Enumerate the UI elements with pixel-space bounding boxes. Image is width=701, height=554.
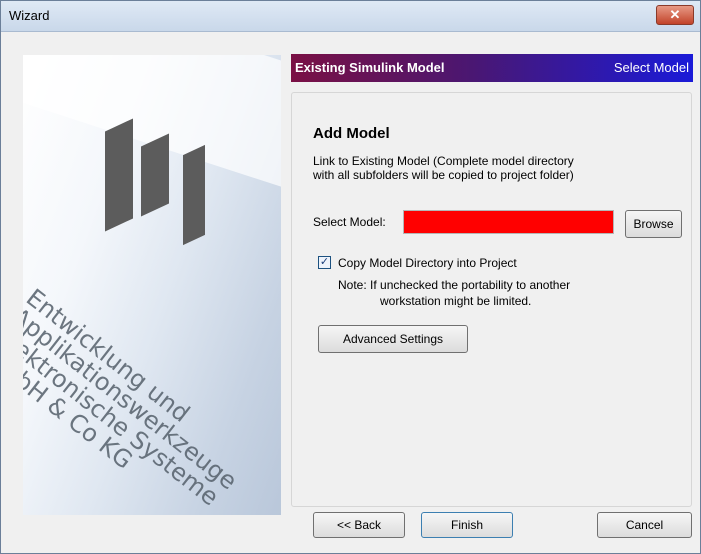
logo-stroke <box>105 118 133 232</box>
page-header-step: Select Model <box>613 60 689 75</box>
description-line: with all subfolders will be copied to pr… <box>313 168 574 182</box>
logo-stroke <box>141 133 169 217</box>
page-header-title: Existing Simulink Model <box>295 60 445 75</box>
title-bar[interactable]: Wizard ✕ <box>1 1 700 32</box>
page-header-banner: Existing Simulink Model Select Model <box>291 54 693 82</box>
note-line: Note: If unchecked the portability to an… <box>338 278 571 292</box>
browse-button[interactable]: Browse <box>625 210 682 238</box>
select-model-label: Select Model: <box>313 215 386 229</box>
note-line: workstation might be limited. <box>380 294 532 308</box>
cancel-button[interactable]: Cancel <box>597 512 692 538</box>
finish-button[interactable]: Finish <box>421 512 513 538</box>
copy-directory-checkbox[interactable]: ✓ <box>318 256 331 269</box>
wizard-side-image: Entwicklung und Applikationswerkzeuge el… <box>23 55 281 515</box>
company-text: Entwicklung und Applikationswerkzeuge el… <box>23 283 243 512</box>
checkmark-icon: ✓ <box>319 256 330 268</box>
window-title: Wizard <box>9 8 50 23</box>
select-model-field[interactable] <box>403 210 614 234</box>
advanced-settings-button[interactable]: Advanced Settings <box>318 325 468 353</box>
section-title: Add Model <box>313 125 390 142</box>
copy-directory-label[interactable]: Copy Model Directory into Project <box>338 256 517 270</box>
description-line: Link to Existing Model (Complete model d… <box>313 154 574 168</box>
close-icon: ✕ <box>669 7 681 22</box>
logo-stroke <box>183 144 205 246</box>
close-button[interactable]: ✕ <box>656 5 694 25</box>
description: Link to Existing Model (Complete model d… <box>313 154 643 182</box>
back-button[interactable]: << Back <box>313 512 405 538</box>
